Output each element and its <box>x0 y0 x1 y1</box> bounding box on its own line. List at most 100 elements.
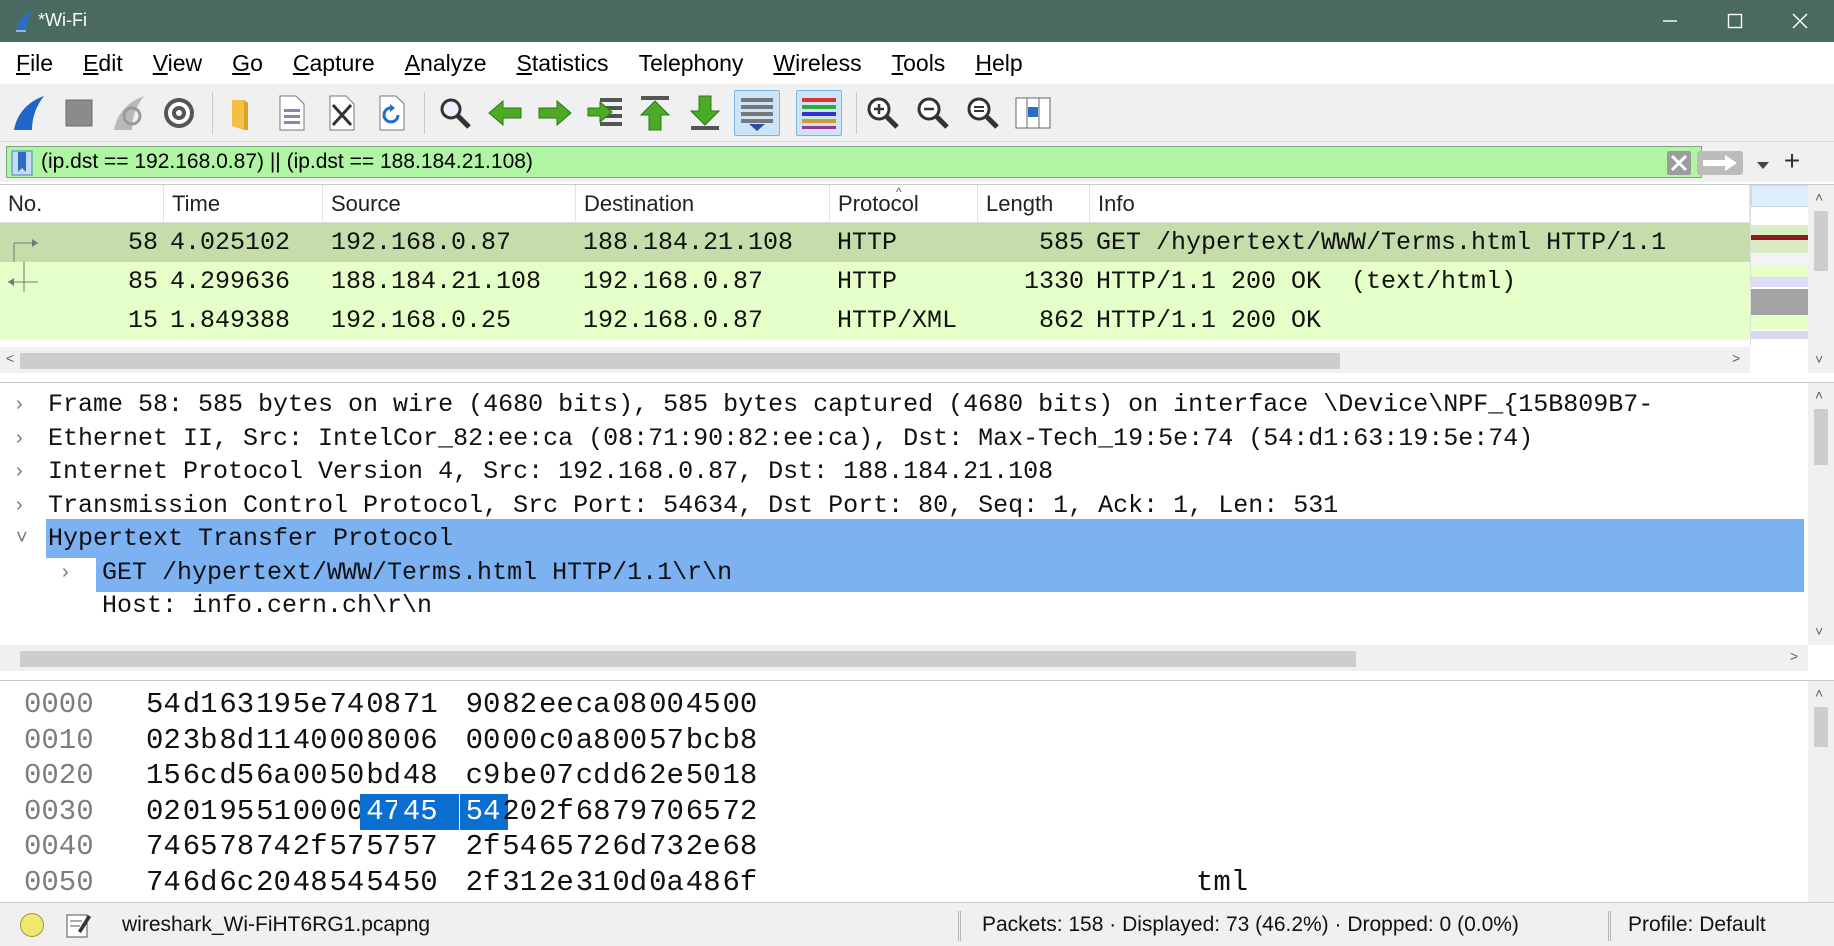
hex-byte[interactable]: 48 <box>403 758 447 794</box>
packet-minimap[interactable] <box>1750 185 1809 347</box>
packet-list-horizontal-scrollbar[interactable]: < > <box>0 347 1750 373</box>
edit-comment-icon[interactable] <box>64 911 92 939</box>
hex-byte[interactable]: 06 <box>403 723 447 759</box>
auto-scroll-button[interactable] <box>734 90 780 136</box>
restart-capture-button[interactable] <box>106 90 152 136</box>
menu-tools[interactable]: Tools <box>892 50 946 77</box>
column-header-source[interactable]: Source <box>323 185 576 223</box>
column-header-info[interactable]: Info <box>1090 185 1750 223</box>
open-file-button[interactable] <box>218 90 264 136</box>
menu-edit[interactable]: Edit <box>83 50 123 77</box>
hex-byte[interactable]: 68 <box>723 829 767 865</box>
find-packet-button[interactable] <box>432 90 478 136</box>
detail-tree-item[interactable]: Host: info.cern.ch\r\n <box>40 586 1808 625</box>
menu-analyze[interactable]: Analyze <box>405 50 487 77</box>
packet-cell-protocol: HTTP <box>837 228 898 257</box>
scroll-up-icon[interactable]: ˄ <box>1815 685 1823 701</box>
bookmark-icon[interactable] <box>11 150 33 176</box>
expanded-arrow-icon[interactable]: ˅ <box>16 519 36 558</box>
go-first-button[interactable] <box>632 90 678 136</box>
hex-byte[interactable]: b8 <box>723 723 767 759</box>
apply-filter-button[interactable] <box>1697 151 1743 175</box>
packet-cell-protocol: HTTP <box>837 267 898 296</box>
details-horizontal-scrollbar[interactable]: > <box>0 645 1808 671</box>
menu-file[interactable]: File <box>16 50 53 77</box>
filter-history-dropdown[interactable] <box>1751 153 1775 177</box>
clear-filter-button[interactable] <box>1667 151 1691 175</box>
hex-byte[interactable]: 45 <box>396 793 459 830</box>
capture-file-name: wireshark_Wi-FiHT6RG1.pcapng <box>122 913 431 936</box>
details-vertical-scrollbar[interactable]: ˄ ˅ <box>1808 383 1834 645</box>
stop-capture-button[interactable] <box>56 90 102 136</box>
detail-tree-label: Host: info.cern.ch\r\n <box>102 591 433 620</box>
start-capture-button[interactable] <box>6 90 52 136</box>
hex-byte[interactable]: 72 <box>723 794 767 830</box>
capture-status-led-icon[interactable] <box>20 913 44 937</box>
go-back-button[interactable] <box>482 90 528 136</box>
column-header-destination[interactable]: Destination <box>576 185 830 223</box>
packet-cell-no: 15 <box>127 306 158 335</box>
close-file-button[interactable] <box>318 90 364 136</box>
packet-row[interactable]: 85 4.299636 188.184.21.108 192.168.0.87 HTTP… <box>0 262 1750 301</box>
go-forward-button[interactable] <box>532 90 578 136</box>
add-filter-button[interactable]: + <box>1776 146 1808 178</box>
maximize-button[interactable] <box>1705 0 1765 42</box>
scroll-down-icon[interactable]: ˅ <box>1815 623 1823 639</box>
zoom-in-button[interactable] <box>860 90 906 136</box>
menu-go[interactable]: Go <box>232 50 263 77</box>
scroll-down-icon[interactable]: ˅ <box>1815 351 1823 367</box>
zoom-out-button[interactable] <box>910 90 956 136</box>
menu-telephony[interactable]: Telephony <box>639 50 744 77</box>
go-last-icon <box>689 95 721 130</box>
resize-columns-button[interactable] <box>1010 90 1056 136</box>
scroll-up-icon[interactable]: ˄ <box>1815 387 1823 403</box>
zoom-reset-button[interactable] <box>960 90 1006 136</box>
colorize-button[interactable] <box>796 90 842 136</box>
hex-byte[interactable]: 71 <box>403 687 447 723</box>
go-last-button[interactable] <box>682 90 728 136</box>
open-file-icon <box>232 100 248 130</box>
packet-row[interactable]: 15 1.849388 192.168.0.25 192.168.0.87 HTTP/X… <box>0 301 1750 340</box>
minimize-button[interactable] <box>1640 0 1700 42</box>
capture-options-button[interactable] <box>156 90 202 136</box>
scroll-up-icon[interactable]: ˄ <box>1815 189 1823 205</box>
hex-byte[interactable]: 54 <box>459 793 508 830</box>
packet-row[interactable]: 58 4.025102 192.168.0.87 188.184.21.108 HTTP… <box>0 223 1750 262</box>
menu-wireless[interactable]: Wireless <box>773 50 861 77</box>
hex-byte[interactable]: 00 <box>723 687 767 723</box>
scroll-left-icon[interactable]: < <box>6 350 14 366</box>
resize-columns-icon <box>1015 97 1051 129</box>
menu-help[interactable]: Help <box>975 50 1022 77</box>
menu-capture[interactable]: Capture <box>293 50 375 77</box>
ascii-dump[interactable]: tml <box>1196 865 1248 901</box>
close-file-icon <box>329 95 355 131</box>
display-filter-input[interactable] <box>41 147 1641 177</box>
main-toolbar <box>0 84 1834 142</box>
reload-file-icon <box>379 95 405 131</box>
column-header-length[interactable]: Length <box>978 185 1090 223</box>
scroll-right-icon[interactable]: > <box>1732 350 1740 366</box>
hex-offset: 0010 <box>24 723 94 757</box>
menu-statistics[interactable]: Statistics <box>517 50 609 77</box>
scroll-right-icon[interactable]: > <box>1790 648 1798 664</box>
hex-byte[interactable]: 6f <box>723 865 767 901</box>
packet-list-vertical-scrollbar[interactable]: ˄ ˅ <box>1808 185 1834 373</box>
bytes-vertical-scrollbar[interactable]: ˄ <box>1808 681 1834 902</box>
menu-view[interactable]: View <box>153 50 202 77</box>
close-button[interactable] <box>1770 0 1830 42</box>
column-header-time[interactable]: Time <box>164 185 323 223</box>
hex-dump-row: 0000 54 d1 63 19 5e 74 08 71 90 82 ee ca 08 00 45 00 <box>0 687 1808 723</box>
hex-byte[interactable]: 18 <box>723 758 767 794</box>
column-header-no[interactable]: No. <box>0 185 164 223</box>
display-filter-field <box>6 146 1769 178</box>
hex-byte[interactable]: 57 <box>403 829 447 865</box>
go-to-packet-button[interactable] <box>582 90 628 136</box>
reload-file-button[interactable] <box>368 90 414 136</box>
packet-counts: Packets: 158 · Displayed: 73 (46.2%) · D… <box>982 913 1519 936</box>
column-header-protocol[interactable]: Protocol <box>830 185 978 223</box>
hex-byte[interactable]: 50 <box>403 865 447 901</box>
profile-selector[interactable]: Profile: Default <box>1628 913 1766 937</box>
save-file-button[interactable] <box>268 90 314 136</box>
packet-cell-destination: 192.168.0.87 <box>583 306 764 335</box>
hex-offset: 0050 <box>24 865 94 899</box>
